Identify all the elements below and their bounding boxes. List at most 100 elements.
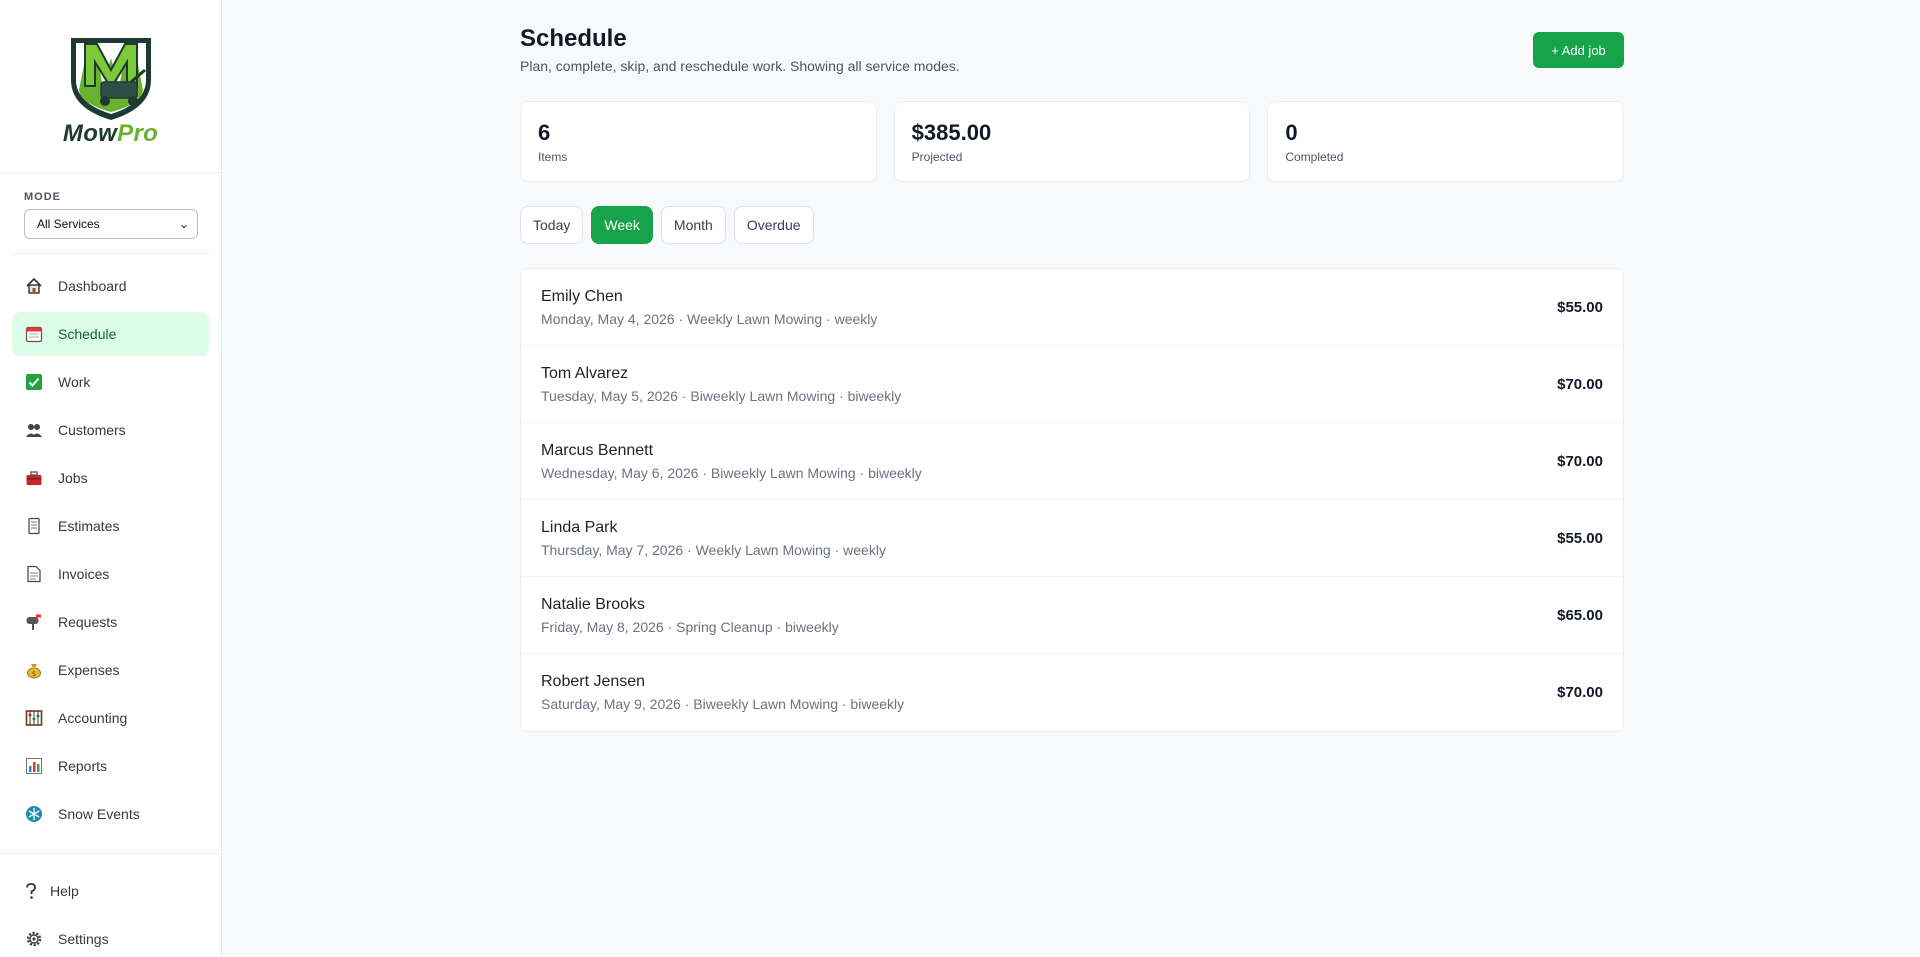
stat-card-items: 6 Items bbox=[520, 101, 877, 182]
mode-select[interactable]: All Services ⌄ bbox=[24, 209, 198, 239]
brand-name-part1: Mow bbox=[62, 120, 118, 147]
sidebar-item-label: Snow Events bbox=[58, 806, 140, 822]
sidebar-item-dashboard[interactable]: Dashboard bbox=[12, 264, 209, 308]
table-row[interactable]: Marcus Bennett Wednesday, May 6, 2026 · … bbox=[521, 423, 1623, 500]
tab-week[interactable]: Week bbox=[591, 206, 653, 244]
stat-card-completed: 0 Completed bbox=[1267, 101, 1625, 182]
page-icon bbox=[24, 564, 44, 584]
sidebar-item-schedule[interactable]: Schedule bbox=[12, 312, 209, 356]
bar-chart-icon bbox=[24, 756, 44, 776]
stat-card-projected: $385.00 Projected bbox=[893, 101, 1251, 182]
sidebar-item-help[interactable]: Help bbox=[12, 869, 210, 913]
schedule-list: Emily Chen Monday, May 4, 2026 · Weekly … bbox=[520, 268, 1624, 732]
row-info: Marcus Bennett Wednesday, May 6, 2026 · … bbox=[541, 442, 922, 481]
stat-label: Projected bbox=[911, 150, 963, 164]
stat-label: Completed bbox=[1285, 150, 1344, 164]
customer-name: Tom Alvarez bbox=[541, 364, 629, 382]
sidebar-item-requests[interactable]: Requests bbox=[12, 600, 209, 644]
calendar-icon bbox=[24, 324, 44, 344]
customer-name: Emily Chen bbox=[541, 287, 623, 305]
gear-icon bbox=[24, 929, 44, 949]
mowpro-logo-icon bbox=[70, 38, 151, 120]
job-amount: $55.00 bbox=[1557, 298, 1603, 316]
sidebar-item-reports[interactable]: Reports bbox=[12, 744, 209, 788]
stat-value: $385.00 bbox=[911, 120, 992, 145]
table-row[interactable]: Robert Jensen Saturday, May 9, 2026 · Bi… bbox=[521, 654, 1623, 731]
scroll-icon bbox=[24, 516, 44, 536]
sidebar-item-work[interactable]: Work bbox=[12, 360, 209, 404]
mode-block: MODE All Services ⌄ bbox=[0, 173, 221, 253]
sidebar: MowPro MODE All Services ⌄ Dashboard Sch… bbox=[0, 0, 222, 957]
mode-select-value: All Services bbox=[37, 217, 100, 231]
abacus-icon bbox=[24, 708, 44, 728]
mode-label: MODE bbox=[24, 191, 61, 203]
sidebar-item-accounting[interactable]: Accounting bbox=[12, 696, 209, 740]
sidebar-item-label: Work bbox=[58, 374, 91, 390]
sidebar-item-label: Reports bbox=[58, 758, 108, 774]
sidebar-item-jobs[interactable]: Jobs bbox=[12, 456, 209, 500]
job-details: Monday, May 4, 2026 · Weekly Lawn Mowing… bbox=[541, 310, 878, 327]
job-amount: $70.00 bbox=[1557, 684, 1603, 701]
add-job-button[interactable]: + Add job bbox=[1533, 32, 1624, 68]
sidebar-item-label: Jobs bbox=[58, 470, 88, 486]
row-info: Linda Park Thursday, May 7, 2026 · Weekl… bbox=[541, 519, 886, 558]
table-row[interactable]: Natalie Brooks Friday, May 8, 2026 · Spr… bbox=[521, 577, 1623, 654]
tab-today[interactable]: Today bbox=[520, 206, 584, 244]
job-details: Tuesday, May 5, 2026 · Biweekly Lawn Mow… bbox=[541, 387, 902, 404]
customer-name: Natalie Brooks bbox=[541, 595, 646, 613]
sidebar-item-label: Expenses bbox=[58, 662, 120, 678]
sidebar-bottom-nav: Help Settings bbox=[0, 869, 222, 957]
sidebar-item-label: Estimates bbox=[58, 518, 120, 534]
mailbox-icon bbox=[24, 612, 44, 632]
customer-name: Robert Jensen bbox=[541, 673, 646, 690]
snowflake-icon bbox=[24, 804, 44, 824]
sidebar-item-label: Customers bbox=[58, 422, 126, 438]
customer-name: Linda Park bbox=[541, 518, 618, 536]
table-row[interactable]: Linda Park Thursday, May 7, 2026 · Weekl… bbox=[521, 500, 1623, 577]
sidebar-bottom-divider bbox=[0, 853, 222, 854]
stat-value: 0 bbox=[1285, 120, 1298, 145]
chevron-down-icon: ⌄ bbox=[178, 217, 189, 231]
sidebar-item-label: Settings bbox=[58, 931, 109, 947]
row-info: Emily Chen Monday, May 4, 2026 · Weekly … bbox=[541, 288, 877, 327]
house-icon bbox=[24, 276, 44, 296]
sidebar-item-expenses[interactable]: $ Expenses bbox=[12, 648, 209, 692]
sidebar-item-invoices[interactable]: Invoices bbox=[12, 552, 209, 596]
row-info: Tom Alvarez Tuesday, May 5, 2026 · Biwee… bbox=[541, 365, 901, 404]
stat-value: 6 bbox=[538, 120, 551, 145]
tab-overdue[interactable]: Overdue bbox=[733, 206, 814, 244]
svg-text:$: $ bbox=[32, 670, 36, 678]
row-info: Robert Jensen Saturday, May 9, 2026 · Bi… bbox=[541, 673, 904, 712]
sidebar-item-customers[interactable]: Customers bbox=[12, 408, 209, 452]
sidebar-item-label: Accounting bbox=[58, 710, 128, 726]
sidebar-item-label: Schedule bbox=[58, 326, 117, 342]
logo[interactable]: MowPro bbox=[0, 0, 221, 173]
job-details: Friday, May 8, 2026 · Spring Cleanup · b… bbox=[541, 618, 839, 635]
toolbox-icon bbox=[24, 468, 44, 488]
sidebar-item-estimates[interactable]: Estimates bbox=[12, 504, 209, 548]
brand-name: MowPro bbox=[63, 120, 158, 148]
table-row[interactable]: Tom Alvarez Tuesday, May 5, 2026 · Biwee… bbox=[521, 346, 1623, 423]
job-amount: $55.00 bbox=[1557, 529, 1603, 547]
sidebar-item-label: Dashboard bbox=[58, 278, 127, 294]
job-amount: $70.00 bbox=[1557, 375, 1603, 393]
table-row[interactable]: Emily Chen Monday, May 4, 2026 · Weekly … bbox=[521, 269, 1623, 346]
sidebar-item-snow-events[interactable]: Snow Events bbox=[12, 792, 209, 836]
sidebar-item-label: Help bbox=[50, 883, 79, 899]
money-bag-icon: $ bbox=[24, 660, 44, 680]
job-amount: $70.00 bbox=[1557, 452, 1603, 470]
job-amount: $65.00 bbox=[1557, 606, 1603, 624]
tab-month[interactable]: Month bbox=[660, 206, 726, 244]
sidebar-item-settings[interactable]: Settings bbox=[12, 917, 210, 957]
row-info: Natalie Brooks Friday, May 8, 2026 · Spr… bbox=[541, 596, 839, 635]
page-title: Schedule bbox=[520, 25, 627, 52]
sidebar-item-label: Requests bbox=[58, 614, 118, 630]
check-box-icon bbox=[24, 372, 44, 392]
job-details: Thursday, May 7, 2026 · Weekly Lawn Mowi… bbox=[541, 541, 886, 558]
brand-name-part2: Pro bbox=[117, 120, 159, 147]
range-tabs: Today Week Month Overdue bbox=[520, 206, 814, 244]
people-icon bbox=[24, 420, 44, 440]
stats-row: 6 Items $385.00 Projected 0 Completed bbox=[520, 101, 1625, 182]
customer-name: Marcus Bennett bbox=[541, 441, 654, 459]
job-details: Saturday, May 9, 2026 · Biweekly Lawn Mo… bbox=[541, 696, 905, 712]
